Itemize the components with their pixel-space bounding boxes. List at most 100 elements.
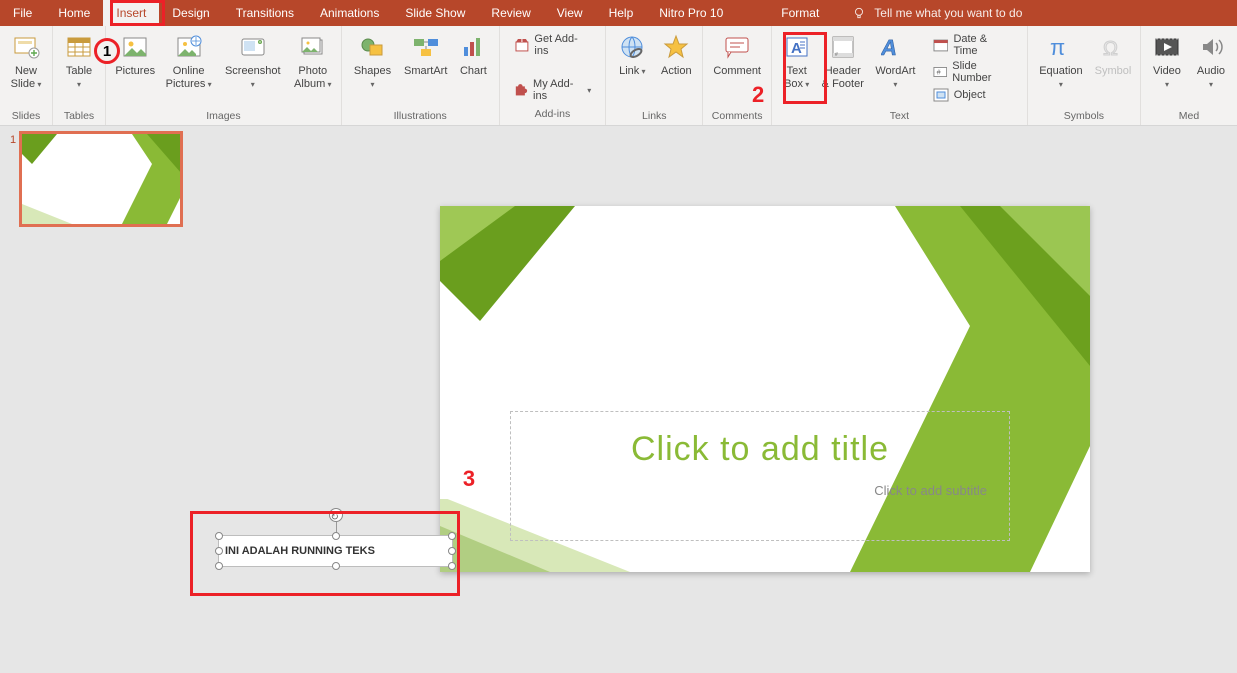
online-pictures-button[interactable]: Online Pictures: [162, 29, 214, 108]
smartart-label: SmartArt: [404, 65, 447, 78]
tell-me[interactable]: Tell me what you want to do: [852, 6, 1022, 20]
subtitle-text: Click to add subtitle: [874, 483, 987, 498]
resize-handle-nw[interactable]: [215, 532, 223, 540]
rotation-handle[interactable]: [329, 508, 343, 522]
new-slide-button[interactable]: New Slide: [6, 29, 46, 108]
resize-handle-ne[interactable]: [448, 532, 456, 540]
title-text: Click to add title: [631, 430, 889, 469]
slide-number-label: Slide Number: [952, 60, 1013, 84]
tab-design[interactable]: Design: [159, 0, 222, 26]
date-time-button[interactable]: Date & Time: [931, 32, 1015, 58]
resize-handle-se[interactable]: [448, 562, 456, 570]
comment-label: Comment: [713, 65, 761, 78]
resize-handle-e[interactable]: [448, 547, 456, 555]
tab-nitro[interactable]: Nitro Pro 10: [646, 0, 736, 26]
audio-icon: [1197, 33, 1225, 61]
shapes-button[interactable]: Shapes: [348, 29, 397, 108]
photo-album-button[interactable]: Photo Album: [291, 29, 335, 108]
svg-text:#: #: [835, 52, 838, 58]
get-addins-button[interactable]: Get Add-ins: [512, 32, 594, 58]
group-slides: New Slide Slides: [0, 26, 53, 125]
action-button[interactable]: Action: [656, 29, 696, 108]
shapes-icon: [358, 33, 386, 61]
group-media: Video Audio Med: [1141, 26, 1237, 125]
group-label-media: Med: [1147, 108, 1231, 125]
equation-button[interactable]: π Equation: [1034, 29, 1088, 108]
group-label-symbols: Symbols: [1034, 108, 1134, 125]
tab-animations[interactable]: Animations: [307, 0, 392, 26]
resize-handle-sw[interactable]: [215, 562, 223, 570]
selected-text-box[interactable]: INI ADALAH RUNNING TEKS: [218, 535, 453, 567]
tab-format[interactable]: Format: [768, 0, 832, 26]
tab-help[interactable]: Help: [596, 0, 647, 26]
new-slide-label: New Slide: [11, 65, 42, 91]
equation-icon: π: [1047, 33, 1075, 61]
link-label: Link: [619, 65, 645, 78]
photo-album-label: Photo Album: [294, 65, 331, 91]
ribbon: New Slide Slides Table Tables Pictures O…: [0, 26, 1237, 126]
slide-number-button[interactable]: # Slide Number: [931, 59, 1015, 85]
symbol-label: Symbol: [1095, 65, 1132, 78]
object-label: Object: [954, 89, 986, 101]
pictures-button[interactable]: Pictures: [112, 29, 158, 108]
slide-thumbnail-1[interactable]: [22, 134, 180, 224]
menu-bar: File Home Insert Design Transitions Anim…: [0, 0, 1237, 26]
tab-file[interactable]: File: [0, 0, 45, 26]
video-icon: [1153, 33, 1181, 61]
slide[interactable]: Click to add title Click to add subtitle: [440, 206, 1090, 572]
group-label-images: Images: [112, 108, 335, 125]
tab-view[interactable]: View: [544, 0, 596, 26]
smartart-button[interactable]: SmartArt: [401, 29, 450, 108]
my-addins-label: My Add-ins: [533, 78, 582, 102]
chart-icon: [459, 33, 487, 61]
text-box-icon: A: [783, 33, 811, 61]
table-icon: [65, 33, 93, 61]
smartart-icon: [412, 33, 440, 61]
wordart-button[interactable]: A WordArt: [870, 29, 921, 108]
title-placeholder[interactable]: Click to add title Click to add subtitle: [510, 411, 1010, 541]
annotation-number-2: 2: [752, 82, 764, 108]
video-button[interactable]: Video: [1147, 29, 1187, 108]
group-label-comments: Comments: [709, 108, 765, 125]
my-addins-button[interactable]: My Add-ins ▾: [512, 77, 594, 103]
group-label-illustrations: Illustrations: [348, 108, 493, 125]
group-symbols: π Equation Ω Symbol Symbols: [1028, 26, 1141, 125]
link-button[interactable]: Link: [612, 29, 652, 108]
slide-canvas[interactable]: Click to add title Click to add subtitle…: [190, 126, 1237, 673]
resize-handle-w[interactable]: [215, 547, 223, 555]
tab-transitions[interactable]: Transitions: [223, 0, 307, 26]
action-label: Action: [661, 65, 692, 78]
pictures-icon: [121, 33, 149, 61]
audio-button[interactable]: Audio: [1191, 29, 1231, 108]
chart-button[interactable]: Chart: [454, 29, 492, 108]
text-box-button[interactable]: A Text Box: [778, 29, 815, 108]
screenshot-button[interactable]: Screenshot: [219, 29, 287, 108]
resize-handle-s[interactable]: [332, 562, 340, 570]
tab-review[interactable]: Review: [478, 0, 543, 26]
get-addins-label: Get Add-ins: [534, 33, 591, 57]
group-illustrations: Shapes SmartArt Chart Illustrations: [342, 26, 500, 125]
resize-handle-n[interactable]: [332, 532, 340, 540]
puzzle-icon: [514, 82, 528, 98]
lightbulb-icon: [852, 6, 866, 20]
screenshot-icon: [239, 33, 267, 61]
symbol-button: Ω Symbol: [1092, 29, 1134, 108]
thumbnail-number: 1: [10, 134, 16, 146]
date-time-icon: [933, 37, 949, 53]
tab-slideshow[interactable]: Slide Show: [392, 0, 478, 26]
object-button[interactable]: Object: [931, 86, 1015, 104]
table-button[interactable]: Table: [59, 29, 99, 108]
group-text: A Text Box # Header & Footer A WordArt D…: [772, 26, 1028, 125]
photo-album-icon: [299, 33, 327, 61]
header-footer-button[interactable]: # Header & Footer: [819, 29, 866, 108]
thumbnail-panel: 1: [0, 126, 190, 673]
slide-number-icon: #: [933, 64, 948, 80]
header-footer-label: Header & Footer: [822, 65, 864, 91]
pictures-label: Pictures: [115, 65, 155, 78]
tab-home[interactable]: Home: [45, 0, 103, 26]
new-slide-icon: [12, 33, 40, 61]
text-box-label: Text Box: [784, 65, 809, 91]
store-icon: [514, 37, 530, 53]
symbol-icon: Ω: [1099, 33, 1127, 61]
tab-insert[interactable]: Insert: [103, 0, 159, 26]
